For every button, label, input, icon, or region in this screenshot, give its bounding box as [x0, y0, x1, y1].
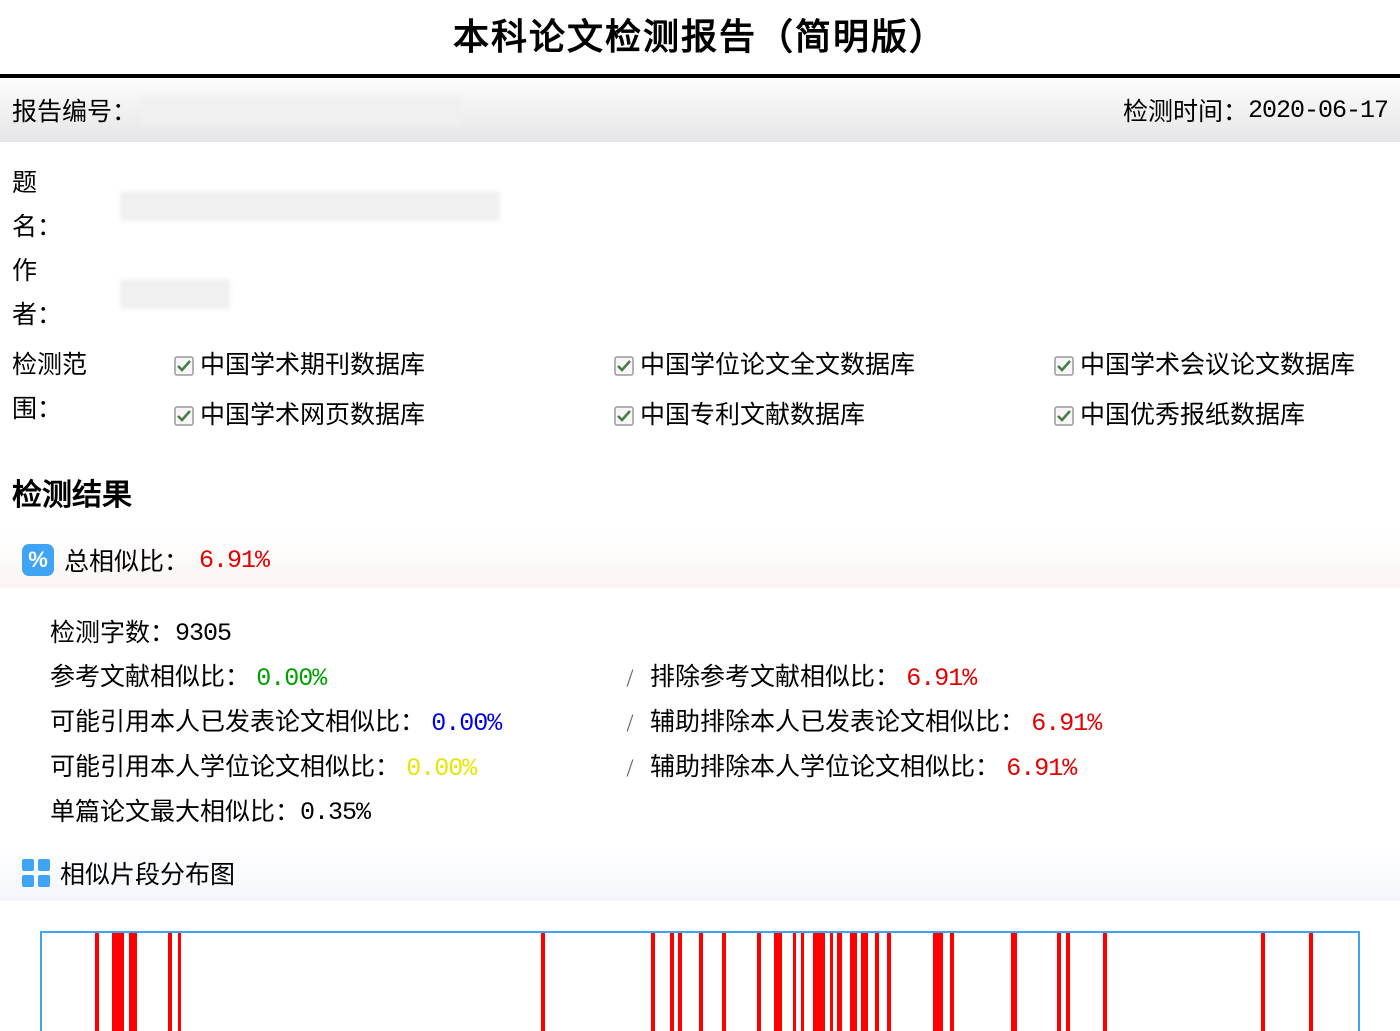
scope-label: 检测范围： — [12, 344, 116, 438]
similarity-bar — [830, 933, 833, 1031]
ref-sim-label: 参考文献相似比： — [50, 664, 250, 691]
similarity-bar — [887, 933, 891, 1031]
similarity-bar — [651, 933, 655, 1031]
excl-ref-sim-label: 排除参考文献相似比： — [650, 664, 900, 691]
similarity-bar — [950, 933, 954, 1031]
scope-item-label: 中国学术网页数据库 — [200, 394, 425, 438]
similarity-bar — [801, 933, 804, 1031]
scope-item-label: 中国学术会议论文数据库 — [1080, 344, 1355, 388]
similarity-bar — [699, 933, 703, 1031]
similarity-bar — [1066, 933, 1070, 1031]
similarity-bar — [1309, 933, 1313, 1031]
scope-item-label: 中国学位论文全文数据库 — [640, 344, 915, 388]
divider-slash: / — [610, 747, 650, 791]
info-block: 题 名： 作 者： 检测范围： 中国学术期刊数据库中国学位论文全文数据库中国学术… — [0, 162, 1400, 446]
scope-item-label: 中国专利文献数据库 — [640, 394, 865, 438]
result-heading: 检测结果 — [0, 446, 1400, 532]
scope-item: 中国专利文献数据库 — [614, 394, 1054, 438]
excl-self-thesis-label: 辅助排除本人学位论文相似比： — [650, 754, 1000, 781]
similarity-bar — [1103, 933, 1107, 1031]
scope-grid: 中国学术期刊数据库 中国学位论文全文数据库 中国学术会议论文数据库中国学术网页数据库… — [174, 344, 1355, 438]
percent-icon: % — [22, 544, 54, 576]
checkbox-checked-icon — [1054, 356, 1074, 376]
distribution-band: 相似片段分布图 — [0, 845, 1400, 901]
checkbox-checked-icon — [1054, 406, 1074, 426]
max-single-label: 单篇论文最大相似比： — [50, 791, 300, 835]
scope-item: 中国学术网页数据库 — [174, 394, 614, 438]
similarity-bar — [793, 933, 796, 1031]
similarity-bar — [813, 933, 825, 1031]
detect-time-value: 2020-06-17 — [1248, 96, 1388, 125]
checkbox-checked-icon — [174, 356, 194, 376]
excl-self-thesis-value: 6.91% — [1006, 754, 1076, 783]
scope-item: 中国优秀报纸数据库 — [1054, 394, 1355, 438]
page-title: 本科论文检测报告（简明版） — [0, 0, 1400, 74]
checkbox-checked-icon — [614, 356, 634, 376]
self-thesis-label: 可能引用本人学位论文相似比： — [50, 754, 400, 781]
author-redacted — [120, 279, 230, 309]
excl-self-pub-value: 6.91% — [1031, 709, 1101, 738]
thesis-title-label: 题 名： — [12, 162, 116, 250]
ref-sim-value: 0.00% — [256, 664, 326, 693]
similarity-bar — [129, 933, 137, 1031]
similarity-bar — [1011, 933, 1018, 1031]
self-thesis-value: 0.00% — [406, 754, 476, 783]
scope-item: 中国学位论文全文数据库 — [614, 344, 1054, 388]
thesis-title-redacted — [120, 191, 500, 221]
similarity-bar — [168, 933, 172, 1031]
report-no-redacted — [141, 95, 461, 125]
similarity-bar — [722, 933, 726, 1031]
similarity-bar — [875, 933, 879, 1031]
overall-value: 6.91% — [199, 546, 269, 575]
similarity-bar — [850, 933, 857, 1031]
similarity-bar — [541, 933, 545, 1031]
report-no-label: 报告编号： — [12, 92, 137, 128]
scope-item: 中国学术会议论文数据库 — [1054, 344, 1355, 388]
similarity-bar — [1261, 933, 1265, 1031]
distribution-chart — [40, 931, 1360, 1031]
divider-slash: / — [610, 702, 650, 746]
similarity-bar — [678, 933, 682, 1031]
scope-item-label: 中国优秀报纸数据库 — [1080, 394, 1305, 438]
similarity-bar — [837, 933, 842, 1031]
distribution-heading: 相似片段分布图 — [60, 855, 235, 891]
similarity-bar — [1057, 933, 1061, 1031]
word-count-value: 9305 — [175, 612, 231, 656]
excl-ref-sim-value: 6.91% — [906, 664, 976, 693]
detect-time-label: 检测时间： — [1123, 92, 1248, 128]
self-pub-value: 0.00% — [431, 709, 501, 738]
similarity-bar — [178, 933, 182, 1031]
scope-item-label: 中国学术期刊数据库 — [200, 344, 425, 388]
author-label: 作 者： — [12, 250, 116, 338]
similarity-bar — [670, 933, 674, 1031]
overall-label: 总相似比： — [64, 542, 189, 578]
divider-slash: / — [610, 657, 650, 701]
overall-similarity-band: % 总相似比： 6.91% — [0, 532, 1400, 588]
word-count-label: 检测字数： — [50, 612, 175, 656]
similarity-bar — [95, 933, 99, 1031]
details-block: 检测字数： 9305 参考文献相似比： 0.00% / 排除参考文献相似比： 6… — [0, 588, 1400, 845]
similarity-bar — [112, 933, 124, 1031]
checkbox-checked-icon — [174, 406, 194, 426]
similarity-bar — [861, 933, 869, 1031]
grid-icon — [22, 859, 50, 887]
similarity-bar — [933, 933, 944, 1031]
max-single-value: 0.35% — [300, 791, 370, 835]
similarity-bar — [757, 933, 761, 1031]
scope-item: 中国学术期刊数据库 — [174, 344, 614, 388]
checkbox-checked-icon — [614, 406, 634, 426]
excl-self-pub-label: 辅助排除本人已发表论文相似比： — [650, 709, 1025, 736]
self-pub-label: 可能引用本人已发表论文相似比： — [50, 709, 425, 736]
meta-bar: 报告编号： 检测时间： 2020-06-17 — [0, 78, 1400, 142]
similarity-bar — [774, 933, 782, 1031]
